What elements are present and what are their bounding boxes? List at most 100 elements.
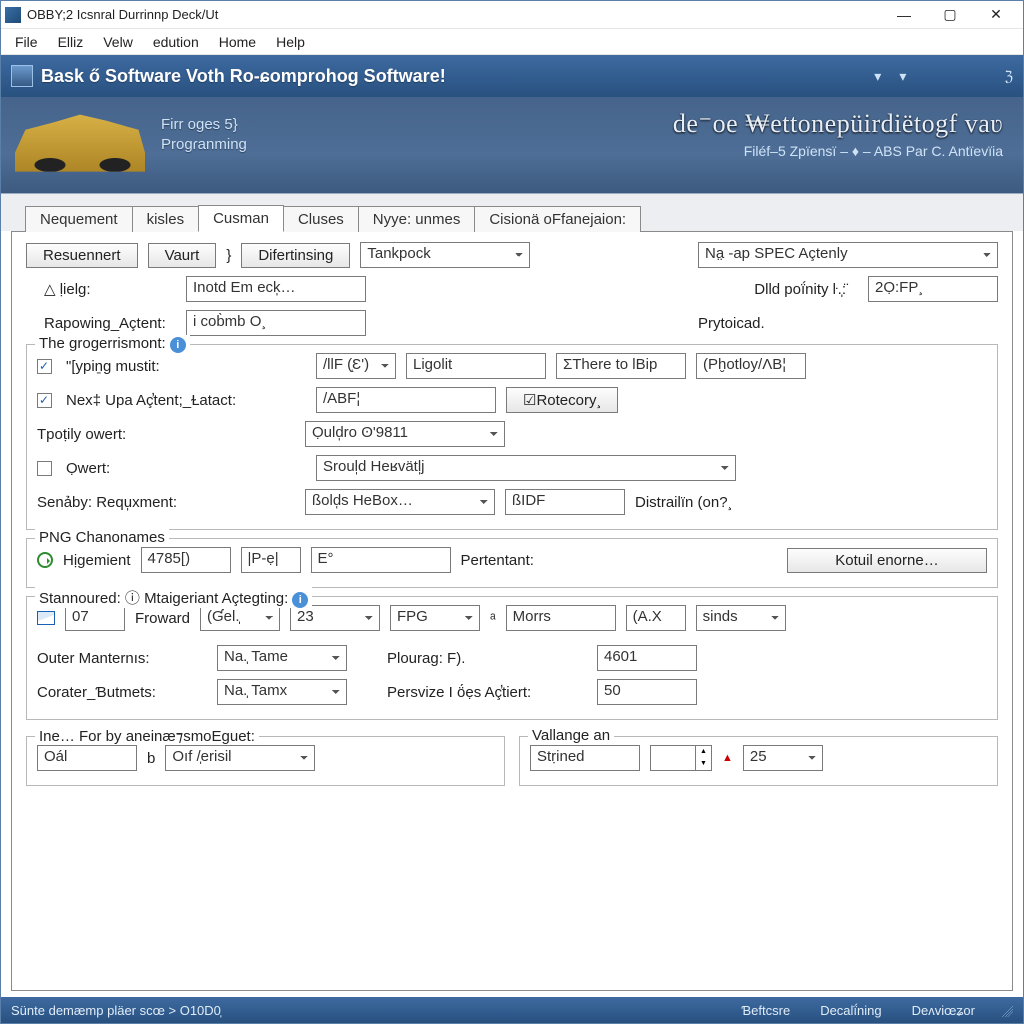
- ine-sep: b: [147, 750, 155, 767]
- hero-text-left: Firr oges 5} Progɾanming: [161, 115, 247, 154]
- fpg-combo[interactable]: FPG: [390, 605, 480, 631]
- v23-combo[interactable]: 23: [290, 605, 380, 631]
- resuennert-button[interactable]: Resuennert: [26, 243, 138, 268]
- maximize-button[interactable]: ▢: [927, 3, 973, 27]
- envelope-icon[interactable]: [37, 611, 55, 625]
- car-image: [15, 107, 145, 183]
- group2-legend: PNG Chanonames: [35, 529, 169, 546]
- menu-file[interactable]: File: [7, 32, 46, 52]
- hero-sub: Filéf–5 Zpïensï – ♦ – ABS Par C. Antïevï…: [673, 143, 1003, 159]
- tpotily-label: Tpoṭily owert:: [37, 426, 295, 443]
- menu-help[interactable]: Help: [268, 32, 313, 52]
- senaby-txt[interactable]: ßIDF: [505, 489, 625, 515]
- plourag-input[interactable]: 4601: [597, 645, 697, 671]
- tab-cisiona[interactable]: Cisionä oFfanejaion:: [474, 206, 641, 232]
- vallange-spinner[interactable]: ▲▼: [650, 745, 712, 771]
- typing-checkbox[interactable]: [37, 359, 52, 374]
- owert-checkbox[interactable]: [37, 461, 52, 476]
- status-item-1[interactable]: Ɓeftcsre: [735, 1003, 796, 1018]
- titlebar: OBBY;2 Icsnral Durrinnp Deck/Ut — ▢ ✕: [1, 1, 1023, 29]
- menu-edution[interactable]: edution: [145, 32, 207, 52]
- info-icon-2[interactable]: i: [292, 592, 308, 608]
- rapowing-input[interactable]: i cob̀mb O¸: [186, 310, 366, 336]
- vallange-spin-txt[interactable]: [651, 746, 695, 770]
- hero-line1: Firr oges 5}: [161, 115, 247, 135]
- hero-banner: Firr oges 5} Progɾanming de⁻oe ₩ettonepü…: [1, 97, 1023, 193]
- next-checkbox[interactable]: [37, 393, 52, 408]
- ine-val2[interactable]: Oıf /̩erisil: [165, 745, 315, 771]
- persvize-input[interactable]: 50: [597, 679, 697, 705]
- banner-tool-1[interactable]: ▾: [874, 68, 881, 85]
- group1-legend: The grogerrismont:i: [35, 335, 190, 353]
- menu-velw[interactable]: Velw: [95, 32, 141, 52]
- outer-label: Outer Manternıs:: [37, 650, 207, 667]
- typing-txt1[interactable]: Ligolit: [406, 353, 546, 379]
- typing-combo[interactable]: /llF (̝Ɛ'): [316, 353, 396, 379]
- pertentant-label: Pertentant:: [461, 552, 534, 569]
- ine-val1[interactable]: Oál: [37, 745, 137, 771]
- kotul-button[interactable]: Kotuil enorne…: [787, 548, 987, 573]
- persvize-label: Persvize I ö́ẹs Aç̕tiert:: [387, 684, 587, 701]
- outer-combo[interactable]: Na.̩ Tame: [217, 645, 347, 671]
- next-input[interactable]: /ABF¦: [316, 387, 496, 413]
- tab-nequement[interactable]: Nequement: [25, 206, 133, 232]
- vallange-val2[interactable]: 25: [743, 745, 823, 771]
- menu-elliz[interactable]: Elliz: [50, 32, 92, 52]
- vaurt-caret: }: [226, 247, 231, 264]
- difertinsing-button[interactable]: Difertinsing: [241, 243, 350, 268]
- status-left: Sünte demæmp pläer scœ > O10D0̩: [11, 1003, 717, 1018]
- png-v1[interactable]: 4785[): [141, 547, 231, 573]
- hero-line2: Progɾanming: [161, 135, 247, 155]
- lielg-label: △ ḷielg:: [26, 280, 176, 298]
- typing-txt2[interactable]: ƩThere to lBip: [556, 353, 686, 379]
- spin-up-icon[interactable]: ▲: [695, 746, 711, 758]
- corater-combo[interactable]: Na.̩ Tamx: [217, 679, 347, 705]
- hero-big: de⁻oe ₩ettonepüirdiëtogf vaʋ: [673, 109, 1003, 139]
- resize-grip-icon[interactable]: [999, 1003, 1013, 1017]
- tpotily-combo[interactable]: Ọuld̩ro ʘ'9811: [305, 421, 505, 447]
- minimize-button[interactable]: —: [881, 3, 927, 27]
- spec-combo[interactable]: Na̤ -ap SPEC Açtenly: [698, 242, 998, 268]
- info-icon[interactable]: i: [170, 337, 186, 353]
- status-item-3[interactable]: Deᴧviœʑor: [906, 1003, 981, 1018]
- ax-input[interactable]: (A.X: [626, 605, 686, 631]
- tab-kisles[interactable]: kisles: [132, 206, 200, 232]
- png-v3[interactable]: E°: [311, 547, 451, 573]
- tankpock-combo[interactable]: Tankpock: [360, 242, 530, 268]
- lielg-input[interactable]: Inotd Em eck̩…: [186, 276, 366, 302]
- tab-cluses[interactable]: Cluses: [283, 206, 359, 232]
- png-v2[interactable]: |P-ẹ|: [241, 547, 301, 573]
- senaby-combo[interactable]: ßold̩s HeBox…: [305, 489, 495, 515]
- owert-combo[interactable]: Sroul̩d Heʁvätl̩j: [316, 455, 736, 481]
- typing-label: "[ypiṉg mustit:: [66, 358, 306, 375]
- banner-tool-2[interactable]: ▾: [899, 68, 906, 85]
- next-label: Nex‡ Upa Aç̕tent;_Ɫatact:: [66, 392, 306, 409]
- group-grogerrismont: The grogerrismont:i "[ypiṉg mustit: /llF…: [26, 344, 998, 530]
- morrs-input[interactable]: Morrs: [506, 605, 616, 631]
- owert-label: Ọwert:: [66, 460, 306, 477]
- senaby-label: Senảby: Requ̩xment:: [37, 494, 295, 511]
- tab-cusman[interactable]: Cusman: [198, 205, 284, 232]
- rotecory-button[interactable]: ☑Rotecory¸: [506, 387, 618, 413]
- header-banner: Bask ő Software Voth Ro-ɕomprohog Softwa…: [1, 55, 1023, 97]
- vallange-val1[interactable]: Stṛined: [530, 745, 640, 771]
- dlld-input[interactable]: 2Ọ:FP¸: [868, 276, 998, 302]
- typing-txt3[interactable]: (Pḫotloy/ɅB¦: [696, 353, 806, 379]
- menu-home[interactable]: Home: [211, 32, 264, 52]
- status-item-2[interactable]: Decalḯning: [814, 1003, 887, 1018]
- vaurt-button[interactable]: Vaurt: [148, 243, 217, 268]
- stann-07[interactable]: 07: [65, 605, 125, 631]
- banner-tool-3[interactable]: ℨ: [1004, 68, 1013, 85]
- sinds-combo[interactable]: sinds: [696, 605, 786, 631]
- spin-down-icon[interactable]: ▼: [695, 758, 711, 770]
- app-icon: [5, 7, 21, 23]
- tab-strip: Nequement kisles Cusman Cluses Nyye: unm…: [1, 193, 1023, 231]
- close-button[interactable]: ✕: [973, 3, 1019, 27]
- rapowing-label: Rapowing_Açtent:: [26, 315, 176, 332]
- group-png-chanonames: PNG Chanonames Hịgemient 4785[) |P-ẹ| E°…: [26, 538, 998, 588]
- prytocad-label: Prytoicad.: [698, 315, 998, 332]
- distrailin-label: Distrailïn (on?¸: [635, 494, 733, 511]
- gel-combo[interactable]: (Ɠel.̩: [200, 605, 280, 631]
- tab-nyye[interactable]: Nyye: unmes: [358, 206, 476, 232]
- recycle-icon: [37, 552, 53, 568]
